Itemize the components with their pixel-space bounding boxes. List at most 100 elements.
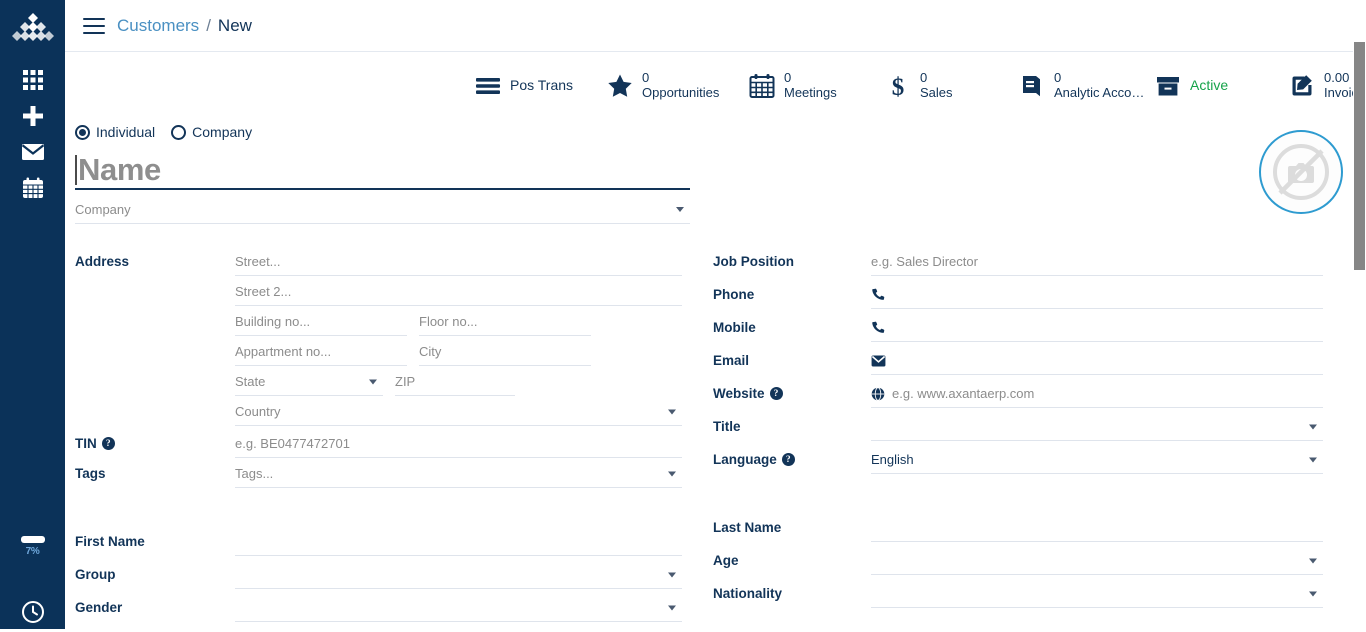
sidebar-item-messages[interactable] [0, 132, 65, 172]
phone-icon [871, 321, 885, 335]
star-icon [607, 73, 633, 99]
tags-select[interactable]: Tags... [235, 460, 682, 488]
mobile-input[interactable] [871, 314, 1323, 342]
book-icon [1017, 71, 1047, 101]
street2-input[interactable]: Street 2... [235, 278, 682, 306]
scrollbar-thumb[interactable] [1354, 42, 1365, 270]
stat-label: Active [1190, 77, 1228, 93]
stat-button-pos-trans[interactable]: Pos Trans [473, 66, 573, 106]
sidebar-item-calendar[interactable] [0, 168, 65, 208]
label-text: Website [713, 386, 765, 401]
globe-icon [871, 387, 885, 401]
title-select[interactable] [871, 413, 1323, 441]
nationality-select[interactable] [871, 580, 1323, 608]
chevron-down-icon[interactable] [668, 572, 676, 577]
avatar[interactable] [1259, 130, 1343, 214]
text-caret [75, 155, 77, 185]
address-fields: Street... Street 2... Building no... Floor … [235, 248, 682, 428]
state-select[interactable]: State [235, 368, 383, 396]
envelope-icon [871, 355, 886, 367]
partner-type-radio-individual[interactable]: Individual [75, 124, 155, 140]
form-column-left: AddressStreet... Street 2... Building no..… [75, 248, 705, 627]
gender-select[interactable] [235, 594, 682, 622]
sidebar-item-time[interactable] [0, 592, 65, 632]
radio-mark [75, 125, 90, 140]
chevron-down-icon[interactable] [1309, 591, 1317, 596]
chevron-down-icon[interactable] [668, 471, 676, 476]
help-icon[interactable]: ? [770, 387, 783, 400]
job-position-input[interactable]: e.g. Sales Director [871, 248, 1323, 276]
sidebar-item-apps[interactable] [0, 60, 65, 100]
city-input[interactable]: City [419, 338, 591, 366]
stat-buttons-bar: Pos Trans0Opportunities 0 [65, 52, 1366, 114]
street2-placeholder: Street 2... [235, 284, 291, 299]
progress-bar [21, 536, 45, 543]
dollar-icon: $ [885, 73, 911, 99]
name-placeholder: Name [78, 152, 161, 188]
stat-button-active[interactable]: Active [1153, 66, 1228, 106]
stat-button-analytic-acco[interactable]: 0Analytic Acco… [1017, 66, 1144, 106]
chevron-down-icon[interactable] [1309, 424, 1317, 429]
field-label-nationality: Nationality [713, 580, 871, 601]
stat-button-opportunities[interactable]: 0Opportunities [605, 66, 719, 106]
phone-icon [871, 288, 885, 302]
floor-no-input[interactable]: Floor no... [419, 308, 591, 336]
field-label-title: Title [713, 413, 871, 434]
tin-input[interactable]: e.g. BE0477472701 [235, 430, 682, 458]
breadcrumb-separator: / [206, 16, 211, 36]
name-input[interactable]: Name [75, 152, 690, 190]
label-text: Group [75, 567, 116, 582]
archive-box-icon [1153, 71, 1183, 101]
field-row-email: Email [713, 347, 1358, 375]
email-input[interactable] [871, 347, 1323, 375]
chevron-down-icon[interactable] [1309, 558, 1317, 563]
app-logo[interactable] [0, 4, 65, 56]
state-placeholder: State [235, 374, 265, 389]
group-select[interactable] [235, 561, 682, 589]
apartment-no-placeholder: Appartment no... [235, 344, 331, 359]
chevron-down-icon[interactable] [1309, 457, 1317, 462]
company-placeholder: Company [75, 202, 131, 217]
clock-icon [21, 600, 45, 624]
phone-icon [871, 321, 885, 335]
sidebar-progress[interactable]: 7% [0, 536, 65, 580]
section-spacer [713, 479, 1358, 514]
chevron-down-icon[interactable] [676, 207, 684, 212]
stat-button-meetings[interactable]: 0Meetings [747, 66, 837, 106]
label-text: Job Position [713, 254, 794, 269]
street-input[interactable]: Street... [235, 248, 682, 276]
company-select[interactable]: Company [75, 196, 690, 224]
field-row-nationality: Nationality [713, 580, 1358, 608]
breadcrumb-root[interactable]: Customers [117, 16, 199, 36]
field-label-email: Email [713, 347, 871, 368]
apartment-no-input[interactable]: Appartment no... [235, 338, 407, 366]
field-row-last-name: Last Name [713, 514, 1358, 542]
floor-no-placeholder: Floor no... [419, 314, 478, 329]
last-name-input[interactable] [871, 514, 1323, 542]
sidebar-item-new[interactable] [0, 96, 65, 136]
website-input[interactable]: e.g. www.axantaerp.com [871, 380, 1323, 408]
help-icon[interactable]: ? [782, 453, 795, 466]
zip-input[interactable]: ZIP [395, 368, 515, 396]
age-select[interactable] [871, 547, 1323, 575]
partner-type-radio-group: Individual Company [75, 124, 268, 140]
chevron-down-icon[interactable] [668, 605, 676, 610]
address-row: Street... [235, 248, 682, 276]
chevron-down-icon[interactable] [369, 379, 377, 384]
language-select[interactable]: English [871, 446, 1323, 474]
stat-label: Analytic Acco… [1054, 86, 1144, 101]
label-text: Language [713, 452, 777, 467]
country-select[interactable]: Country [235, 398, 682, 426]
first-name-input[interactable] [235, 528, 682, 556]
help-icon[interactable]: ? [102, 437, 115, 450]
phone-input[interactable] [871, 281, 1323, 309]
field-label-address: Address [75, 248, 235, 269]
partner-type-radio-company[interactable]: Company [171, 124, 252, 140]
chevron-down-icon[interactable] [668, 409, 676, 414]
building-no-input[interactable]: Building no... [235, 308, 407, 336]
hamburger-icon[interactable] [83, 18, 105, 34]
field-row-gender: Gender [75, 594, 705, 622]
field-label-first-name: First Name [75, 528, 235, 549]
stat-button-sales[interactable]: $0Sales [883, 66, 953, 106]
field-label-tin: TIN? [75, 430, 235, 451]
